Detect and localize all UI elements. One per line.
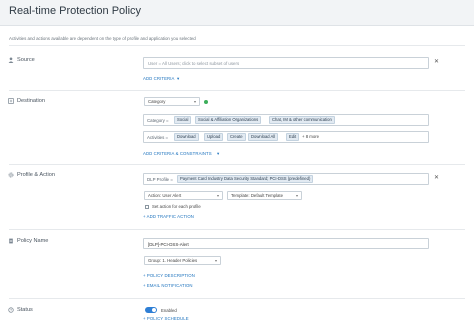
section-label-profile-action: Profile & Action <box>8 172 55 178</box>
group-select-value: Group: 1. Header Policies <box>148 258 198 263</box>
section-label-policy-name: Policy Name <box>8 238 48 244</box>
section-label-text: Policy Name <box>17 238 49 244</box>
action-select-value: Action: User Alert <box>148 193 182 198</box>
status-toggle-label: Enabled <box>161 308 177 313</box>
add-policy-schedule-link[interactable]: + POLICY SCHEDULE <box>143 316 189 321</box>
divider <box>9 229 465 230</box>
add-email-notification-link[interactable]: + EMAIL NOTIFICATION <box>143 283 193 288</box>
dlp-profile-chip[interactable]: Payment Card Industry Data Security Stan… <box>177 175 314 183</box>
divider <box>9 298 465 299</box>
divider <box>9 164 465 165</box>
section-label-text: Status <box>17 307 33 313</box>
activities-more-link[interactable]: + 8 more <box>302 134 319 139</box>
title-bar: Real-time Protection Policy <box>0 0 474 26</box>
chevron-down-icon[interactable]: ▾ <box>217 151 219 157</box>
page-subtitle: Activities and actions available are dep… <box>9 36 196 41</box>
toggle-knob <box>152 308 156 312</box>
divider <box>9 90 465 91</box>
add-criteria-link[interactable]: ADD CRITERIA <box>143 76 175 81</box>
section-label-text: Source <box>17 57 35 63</box>
activity-chip[interactable]: Upload <box>204 133 224 141</box>
add-policy-description-link[interactable]: + POLICY DESCRIPTION <box>143 273 195 278</box>
chevron-down-icon[interactable]: ▾ <box>177 76 179 82</box>
template-select-value: Template: Default Template <box>231 193 283 198</box>
set-each-label: Set action for each profile <box>152 204 201 209</box>
add-criteria-constraints-link[interactable]: ADD CRITERIA & CONSTRAINTS <box>143 151 212 156</box>
section-label-source: Source <box>8 57 35 63</box>
dlp-profile-label: DLP Profile = <box>147 177 173 182</box>
user-icon <box>8 57 14 63</box>
add-traffic-action-link[interactable]: + ADD TRAFFIC ACTION <box>143 214 194 219</box>
category-field-label: Category = <box>147 118 169 123</box>
activity-chip[interactable]: Create <box>227 133 246 141</box>
activity-chip[interactable]: Edit <box>286 133 300 141</box>
destination-type-value: Category <box>148 99 166 104</box>
status-toggle[interactable] <box>145 307 157 313</box>
section-label-text: Destination <box>17 98 45 104</box>
section-label-status: Status <box>8 307 33 313</box>
page-title: Real-time Protection Policy <box>9 5 142 17</box>
source-user-placeholder: User = All Users; click to select subset… <box>148 61 240 66</box>
document-icon <box>9 238 13 244</box>
chevron-down-icon: ▾ <box>295 193 298 198</box>
source-user-field[interactable]: User = All Users; click to select subset… <box>143 57 429 69</box>
clock-icon <box>8 307 14 313</box>
activity-chip[interactable]: Download <box>174 133 199 141</box>
action-select[interactable]: Action: User Alert ▾ <box>144 191 223 200</box>
activities-field-label: Activities = <box>147 135 169 140</box>
status-dot-icon <box>204 100 208 104</box>
category-chip[interactable]: Social & Affiliation Organizations <box>195 116 262 124</box>
group-select[interactable]: Group: 1. Header Policies ▾ <box>144 256 221 265</box>
clear-source-icon[interactable]: ✕ <box>434 59 439 65</box>
activity-chip[interactable]: Download All <box>248 133 279 141</box>
destination-type-select[interactable]: Category ▾ <box>144 97 200 106</box>
chevron-down-icon: ▾ <box>193 99 196 104</box>
category-chip[interactable]: Chat, IM & other communication <box>269 116 335 124</box>
set-each-checkbox[interactable] <box>145 205 149 209</box>
divider <box>9 45 465 46</box>
section-label-text: Profile & Action <box>17 172 55 178</box>
policy-name-value: [DLP]-PCI-DSS-Alert <box>148 241 189 247</box>
category-chip[interactable]: Social <box>174 116 192 124</box>
chevron-down-icon: ▾ <box>216 193 219 198</box>
template-select[interactable]: Template: Default Template ▾ <box>227 191 302 200</box>
section-label-destination: Destination <box>8 98 45 104</box>
gear-icon <box>8 172 14 178</box>
clear-profile-icon[interactable]: ✕ <box>434 175 439 181</box>
destination-icon <box>8 98 14 104</box>
policy-name-input[interactable]: [DLP]-PCI-DSS-Alert <box>143 238 429 249</box>
chevron-down-icon: ▾ <box>214 258 217 263</box>
